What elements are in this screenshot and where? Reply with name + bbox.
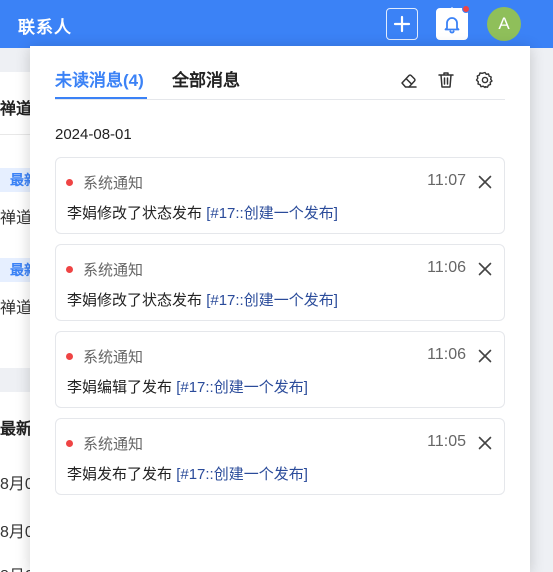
trash-icon bbox=[438, 72, 454, 88]
background-text: 禅道 bbox=[0, 300, 33, 317]
add-button[interactable] bbox=[386, 8, 418, 40]
notification-source: 系统通知 bbox=[83, 436, 144, 453]
unread-dot bbox=[462, 5, 470, 13]
gear-icon bbox=[475, 71, 493, 89]
notification-text: 李娟编辑了发布 bbox=[67, 379, 173, 396]
unread-dot bbox=[66, 266, 73, 273]
close-icon bbox=[478, 436, 492, 450]
plus-icon bbox=[393, 15, 411, 33]
notification-text: 李娟发布了发布 bbox=[67, 466, 173, 483]
dismiss-button[interactable] bbox=[476, 173, 494, 191]
notifications-button[interactable] bbox=[436, 7, 468, 40]
notification-time: 11:06 bbox=[427, 259, 466, 276]
background-text: 禅道 bbox=[0, 101, 33, 118]
close-icon bbox=[478, 175, 492, 189]
notification-time: 11:06 bbox=[427, 346, 466, 363]
background-text: 8月0 bbox=[0, 562, 34, 572]
bell-icon bbox=[444, 17, 460, 34]
notification-text: 李娟修改了状态发布 bbox=[67, 292, 203, 309]
notification-text: 李娟修改了状态发布 bbox=[67, 205, 203, 222]
notification-item[interactable]: 系统通知 11:06 李娟编辑了发布 [#17::创建一个发布] bbox=[55, 331, 505, 408]
tab-all[interactable]: 全部消息 bbox=[172, 66, 240, 91]
unread-dot bbox=[66, 179, 73, 186]
settings-button[interactable] bbox=[475, 70, 495, 90]
divider bbox=[55, 99, 505, 100]
close-icon bbox=[478, 262, 492, 276]
dismiss-button[interactable] bbox=[476, 260, 494, 278]
notification-link[interactable]: [#17::创建一个发布] bbox=[206, 205, 338, 222]
close-icon bbox=[478, 349, 492, 363]
top-bar: 联系人 A bbox=[0, 0, 553, 48]
notification-link[interactable]: [#17::创建一个发布] bbox=[206, 292, 338, 309]
avatar-letter: A bbox=[498, 14, 510, 33]
date-heading: 2024-08-01 bbox=[55, 126, 132, 143]
notification-item[interactable]: 系统通知 11:05 李娟发布了发布 [#17::创建一个发布] bbox=[55, 418, 505, 495]
eraser-icon bbox=[401, 74, 417, 88]
unread-dot bbox=[66, 440, 73, 447]
clear-button[interactable] bbox=[399, 70, 419, 90]
notification-item[interactable]: 系统通知 11:07 李娟修改了状态发布 [#17::创建一个发布] bbox=[55, 157, 505, 234]
background-text: 禅道 bbox=[0, 210, 33, 227]
dismiss-button[interactable] bbox=[476, 434, 494, 452]
dismiss-button[interactable] bbox=[476, 347, 494, 365]
notification-source: 系统通知 bbox=[83, 262, 144, 279]
notification-source: 系统通知 bbox=[83, 175, 144, 192]
background-text: 8月0 bbox=[0, 476, 34, 493]
notification-time: 11:05 bbox=[427, 433, 466, 450]
notification-message: 李娟编辑了发布 [#17::创建一个发布] bbox=[67, 376, 308, 397]
avatar[interactable]: A bbox=[487, 7, 521, 41]
notification-link[interactable]: [#17::创建一个发布] bbox=[176, 379, 308, 396]
notification-source: 系统通知 bbox=[83, 349, 144, 366]
notification-panel: 未读消息(4) 全部消息 2024-08-01 系统通知 11:07 李娟修改了… bbox=[30, 46, 530, 572]
tab-unread[interactable]: 未读消息(4) bbox=[55, 66, 144, 91]
unread-dot bbox=[66, 353, 73, 360]
notification-link[interactable]: [#17::创建一个发布] bbox=[176, 466, 308, 483]
notification-time: 11:07 bbox=[427, 172, 466, 189]
background-text: 8月0 bbox=[0, 524, 34, 541]
page-title: 联系人 bbox=[18, 18, 72, 37]
notification-item[interactable]: 系统通知 11:06 李娟修改了状态发布 [#17::创建一个发布] bbox=[55, 244, 505, 321]
notification-message: 李娟发布了发布 [#17::创建一个发布] bbox=[67, 463, 308, 484]
notification-message: 李娟修改了状态发布 [#17::创建一个发布] bbox=[67, 289, 338, 310]
delete-button[interactable] bbox=[436, 70, 456, 90]
notification-message: 李娟修改了状态发布 [#17::创建一个发布] bbox=[67, 202, 338, 223]
background-text: 最新 bbox=[0, 421, 33, 438]
